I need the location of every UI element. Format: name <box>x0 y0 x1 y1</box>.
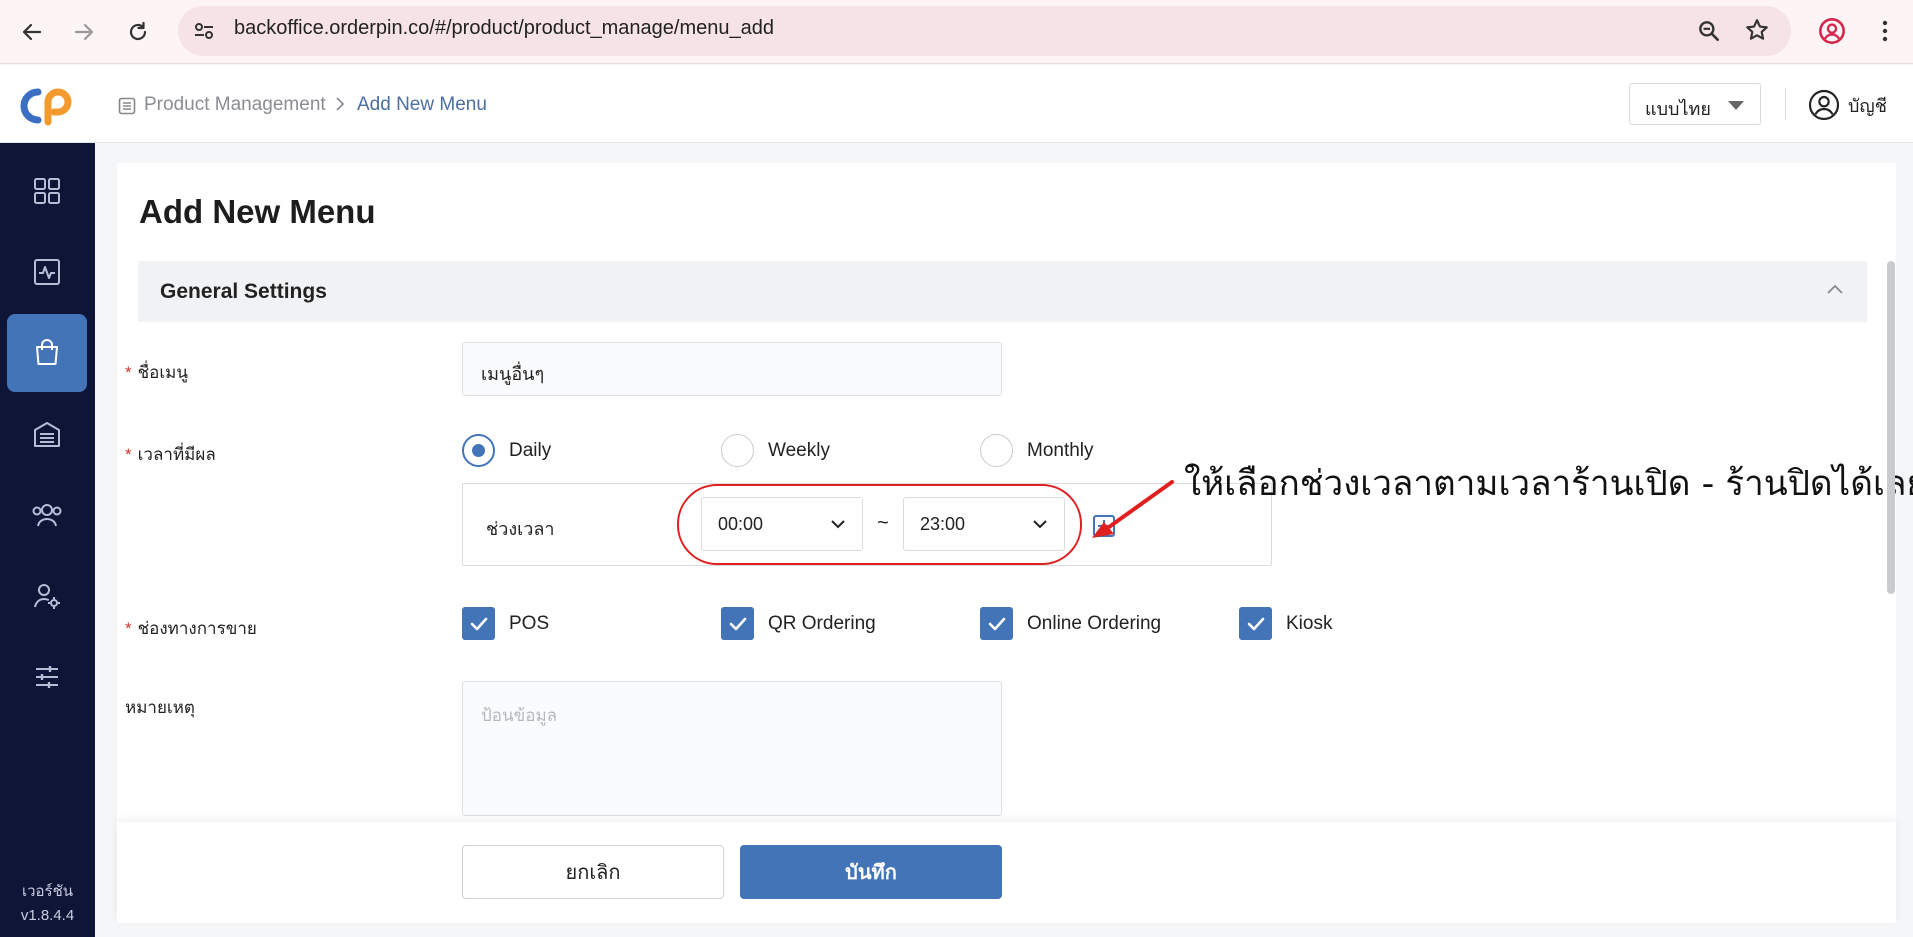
menu-name-input[interactable]: เมนูอื่นๆ <box>462 342 1002 396</box>
radio-circle[interactable] <box>721 434 754 467</box>
browser-menu-icon[interactable] <box>1874 18 1896 49</box>
account-menu[interactable]: บัญชี <box>1808 88 1887 122</box>
list-icon <box>118 97 136 120</box>
section-title: General Settings <box>160 280 327 303</box>
checkmark-icon <box>470 617 487 630</box>
version-info: เวอร์ชัน v1.8.4.4 <box>0 880 95 928</box>
annotation-highlight <box>677 484 1082 565</box>
channel-pos-label: POS <box>509 612 550 634</box>
time-range-label: ช่วงเวลา <box>486 519 555 539</box>
arrow-right-icon <box>74 23 94 41</box>
annotation-arrow-icon <box>1092 480 1174 538</box>
radio-daily[interactable]: Daily <box>462 434 551 467</box>
account-label: บัญชี <box>1848 95 1887 116</box>
site-settings-icon[interactable] <box>192 19 216 48</box>
dashboard-grid-icon <box>34 178 60 204</box>
breadcrumb-parent[interactable]: Product Management <box>144 94 326 116</box>
checkmark-icon <box>1247 617 1264 630</box>
effective-time-label: * เวลาที่มีผล <box>125 441 216 468</box>
users-group-icon <box>32 504 62 527</box>
warehouse-icon <box>34 422 60 447</box>
page-scrollbar[interactable] <box>1887 261 1895 594</box>
sidebar-item-products[interactable] <box>7 314 87 392</box>
note-textarea[interactable]: ป้อนข้อมูล <box>462 681 1002 816</box>
page-title: Add New Menu <box>139 193 376 230</box>
sidebar-item-staff[interactable] <box>7 557 87 635</box>
channel-kiosk-label: Kiosk <box>1286 612 1333 634</box>
channel-pos-checkbox[interactable]: POS <box>462 607 549 640</box>
channel-qr-label: QR Ordering <box>768 612 876 634</box>
reload-button[interactable] <box>118 12 158 52</box>
channel-online-checkbox[interactable]: Online Ordering <box>980 607 1161 640</box>
menu-name-label-text: ชื่อเมนู <box>137 363 189 382</box>
required-mark: * <box>125 619 132 638</box>
breadcrumb-current: Add New Menu <box>357 94 487 115</box>
sales-channel-label: * ช่องทางการขาย <box>125 615 257 642</box>
sidebar-item-inventory[interactable] <box>7 395 87 473</box>
user-circle-icon <box>1808 89 1840 121</box>
effective-time-label-text: เวลาที่มีผล <box>137 445 216 464</box>
sidebar-item-settings[interactable] <box>7 638 87 716</box>
sidebar-item-dashboard[interactable] <box>7 152 87 230</box>
back-button[interactable] <box>12 12 52 52</box>
note-placeholder: ป้อนข้อมูล <box>481 706 558 725</box>
channel-online-label: Online Ordering <box>1027 612 1162 634</box>
sales-channel-label-text: ช่องทางการขาย <box>137 619 257 638</box>
version-number: v1.8.4.4 <box>20 907 75 924</box>
sidebar-item-customers[interactable] <box>7 476 87 554</box>
annotation-text: ให้เลือกช่วงเวลาตามเวลาร้านเปิด - ร้านปิ… <box>1184 464 1913 504</box>
menu-name-value: เมนูอื่นๆ <box>481 364 545 384</box>
checkbox-box[interactable] <box>1239 607 1272 640</box>
radio-circle[interactable] <box>462 434 495 467</box>
checkbox-box[interactable] <box>721 607 754 640</box>
required-mark: * <box>125 363 132 382</box>
form-footer <box>117 822 1896 923</box>
sliders-icon <box>36 666 58 688</box>
save-button[interactable]: บันทึก <box>740 845 1002 899</box>
language-value: แบบไทย <box>1645 99 1711 119</box>
general-settings-header[interactable] <box>138 261 1867 322</box>
radio-weekly-label: Weekly <box>768 439 830 461</box>
required-mark: * <box>125 445 132 464</box>
radio-monthly-label: Monthly <box>1027 439 1094 461</box>
bookmark-star-icon[interactable] <box>1744 17 1770 48</box>
arrow-left-icon <box>22 23 42 41</box>
checkbox-box[interactable] <box>462 607 495 640</box>
cancel-button[interactable]: ยกเลิก <box>462 845 724 899</box>
checkmark-icon <box>988 617 1005 630</box>
language-select[interactable]: แบบไทย <box>1629 83 1761 125</box>
profile-icon[interactable] <box>1818 17 1846 50</box>
orderpin-logo[interactable] <box>14 84 78 128</box>
radio-daily-label: Daily <box>509 439 552 461</box>
channel-qr-checkbox[interactable]: QR Ordering <box>721 607 876 640</box>
channel-kiosk-checkbox[interactable]: Kiosk <box>1239 607 1332 640</box>
checkbox-box[interactable] <box>980 607 1013 640</box>
url-text[interactable]: backoffice.orderpin.co/#/product/product… <box>234 17 774 40</box>
zoom-icon[interactable] <box>1696 18 1722 49</box>
shopping-bag-icon <box>36 339 58 365</box>
checkmark-icon <box>729 617 746 630</box>
note-label: หมายเหตุ <box>125 698 195 717</box>
breadcrumb-separator <box>334 94 346 118</box>
chevron-right-icon <box>336 97 345 111</box>
caret-down-icon <box>1728 101 1744 110</box>
header-divider <box>1785 88 1786 120</box>
version-label: เวอร์ชัน <box>21 883 74 900</box>
forward-button[interactable] <box>64 12 104 52</box>
radio-monthly[interactable]: Monthly <box>980 434 1094 467</box>
radio-weekly[interactable]: Weekly <box>721 434 830 467</box>
radio-circle[interactable] <box>980 434 1013 467</box>
chevron-up-icon[interactable] <box>1825 283 1845 302</box>
reload-icon <box>129 21 147 41</box>
user-settings-icon <box>34 584 60 609</box>
menu-name-label: * ชื่อเมนู <box>125 359 188 386</box>
activity-chart-icon <box>34 259 60 285</box>
sidebar-item-reports[interactable] <box>7 233 87 311</box>
